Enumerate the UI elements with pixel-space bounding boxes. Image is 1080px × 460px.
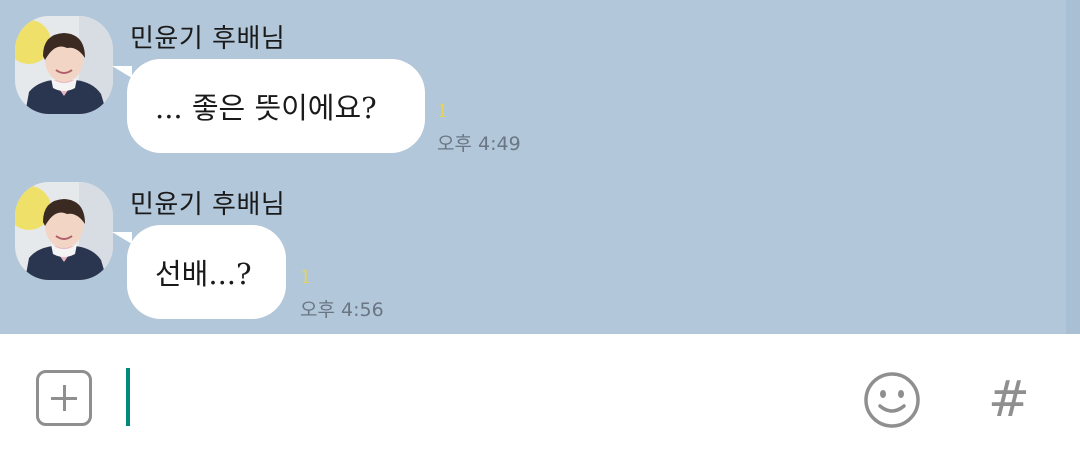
smiley-icon[interactable] [862, 370, 922, 430]
message-bubble[interactable]: ... 좋은 뜻이에요? [127, 59, 425, 153]
text-input-cursor[interactable] [126, 368, 130, 426]
message-row: 민윤기 후배님 선배...? 1 오후 4:56 [0, 166, 1060, 321]
message-composer: # [0, 334, 1080, 460]
sender-name: 민윤기 후배님 [130, 24, 286, 54]
scrollbar[interactable] [1066, 0, 1080, 334]
message-time: 오후 4:49 [437, 133, 521, 155]
sender-name: 민윤기 후배님 [130, 190, 286, 220]
hash-icon[interactable]: # [984, 372, 1034, 426]
unread-count: 1 [437, 101, 449, 122]
chat-area: 민윤기 후배님 ... 좋은 뜻이에요? 1 오후 4:49 민윤기 후배님 선… [0, 0, 1080, 334]
avatar[interactable] [15, 182, 113, 280]
message-time: 오후 4:56 [300, 299, 384, 321]
message-row: 민윤기 후배님 ... 좋은 뜻이에요? 1 오후 4:49 [0, 0, 1060, 155]
message-bubble[interactable]: 선배...? [127, 225, 286, 319]
avatar[interactable] [15, 16, 113, 114]
bubble-tail [112, 66, 132, 78]
unread-count: 1 [300, 267, 312, 288]
plus-square-icon[interactable] [36, 370, 92, 426]
bubble-tail [112, 232, 132, 244]
